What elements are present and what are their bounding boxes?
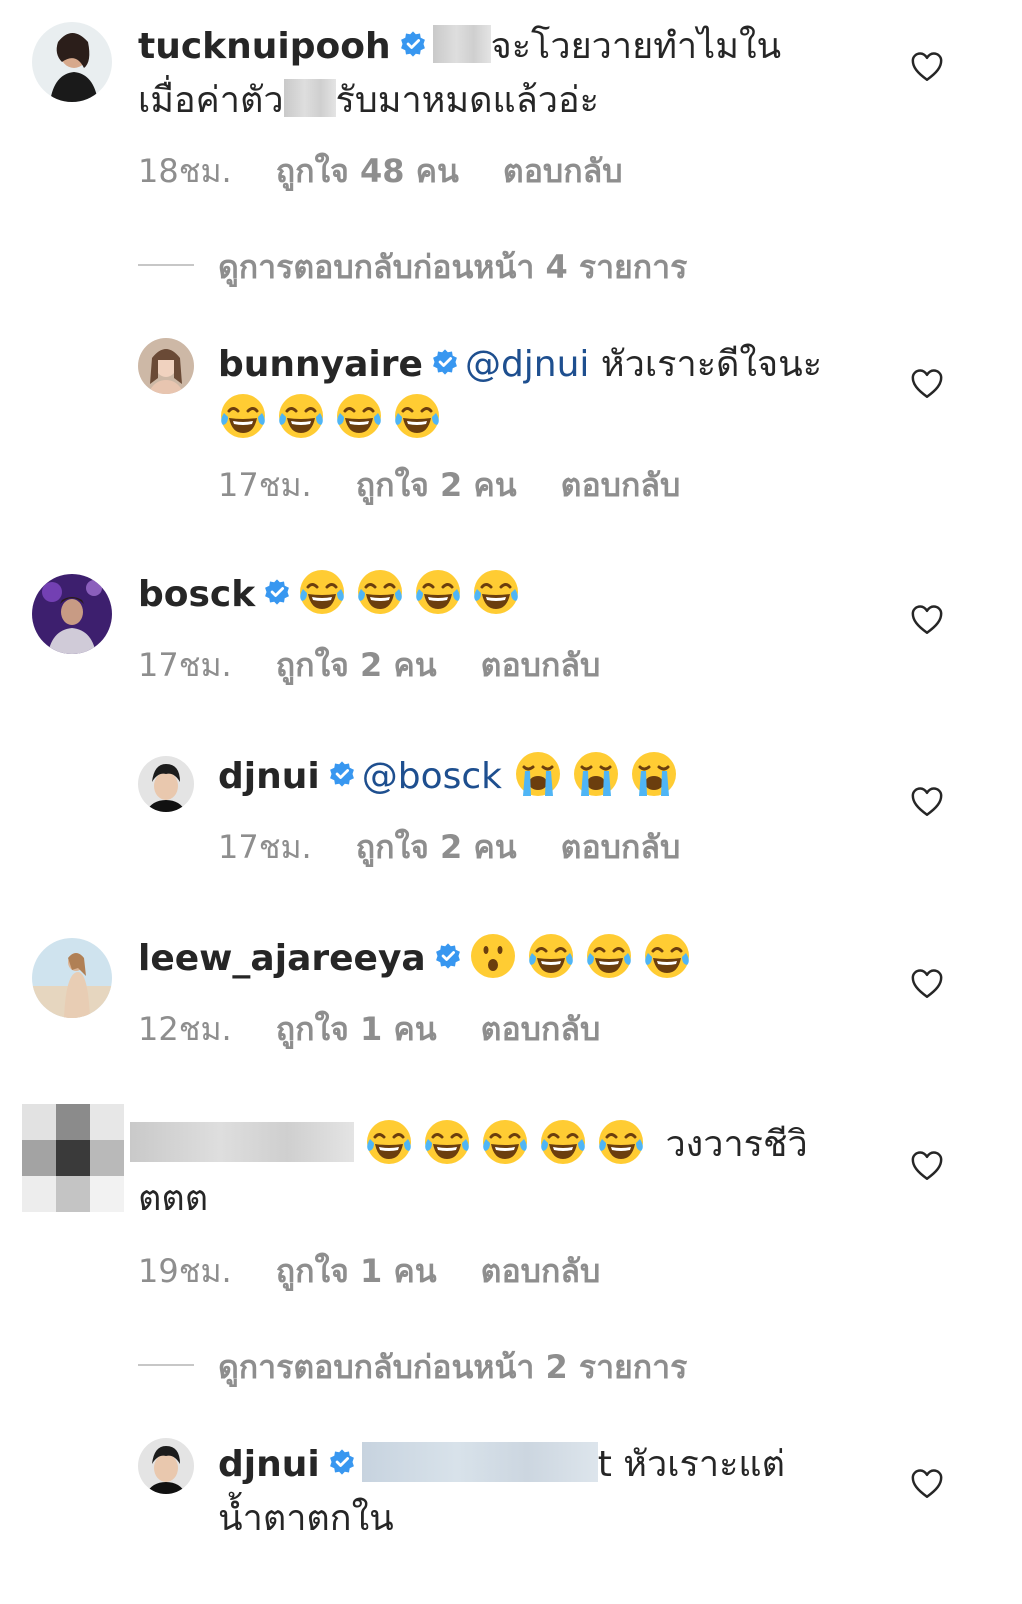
comment-meta: 17ชม. ถูกใจ 2 คน ตอบกลับ [138, 640, 644, 691]
heart-outline-icon[interactable] [910, 50, 944, 84]
username[interactable]: tucknuipooh [138, 26, 391, 67]
heart-outline-icon[interactable] [910, 1467, 944, 1501]
loudly-crying-face-icon [571, 749, 621, 799]
reply-button[interactable]: ตอบกลับ [481, 646, 601, 684]
comment-text: bunnyaire @djnui หัวเราะดีใจนะ [218, 338, 918, 446]
mention-link[interactable]: @djnui [465, 344, 590, 385]
username[interactable]: djnui [218, 756, 320, 797]
face-with-tears-of-joy-icon [584, 931, 634, 981]
view-previous-replies[interactable]: ดูการตอบกลับก่อนหน้า 2 รายการ [138, 1342, 687, 1393]
username[interactable]: leew_ajareeya [138, 938, 426, 979]
timestamp: 17ชม. [138, 646, 232, 684]
verified-badge-icon [328, 1448, 356, 1476]
comment-meta: 19ชม. ถูกใจ 1 คน ตอบกลับ [138, 1246, 644, 1297]
timestamp: 12ชม. [138, 1010, 232, 1048]
comment-text: tucknuipooh จะโวยวายทำไมใน เมื่อค่าตัว รับ… [138, 25, 782, 121]
comment-text: djnui t หัวเราะแต่ น้ำตาตกใน [218, 1442, 785, 1539]
timestamp: 17ชม. [218, 828, 312, 866]
avatar[interactable] [138, 338, 194, 394]
reply-button[interactable]: ตอบกลับ [481, 1252, 601, 1290]
heart-outline-icon[interactable] [910, 367, 944, 401]
censored-text [283, 79, 336, 117]
verified-badge-icon [434, 942, 462, 970]
face-with-tears-of-joy-icon [480, 1117, 530, 1167]
face-with-tears-of-joy-icon [392, 391, 442, 441]
comment-meta: 17ชม. ถูกใจ 2 คน ตอบกลับ [218, 460, 724, 511]
censored-text [432, 25, 491, 63]
face-with-tears-of-joy-icon [642, 931, 692, 981]
divider-line [138, 264, 194, 266]
comment-text: วงวารชีวิ ตตต [130, 1118, 830, 1226]
timestamp: 18ชม. [138, 152, 232, 190]
face-with-tears-of-joy-icon [526, 931, 576, 981]
comment-text: bosck [138, 568, 838, 622]
likes-count[interactable]: ถูกใจ 2 คน [276, 646, 437, 684]
verified-badge-icon [328, 760, 356, 788]
likes-count[interactable]: ถูกใจ 2 คน [356, 828, 517, 866]
face-with-tears-of-joy-icon [334, 391, 384, 441]
comment-meta: 12ชม. ถูกใจ 1 คน ตอบกลับ [138, 1004, 644, 1055]
comment-meta: 17ชม. ถูกใจ 2 คน ตอบกลับ [218, 822, 724, 873]
mention-link[interactable]: @bosck [362, 756, 502, 797]
avatar[interactable] [138, 756, 194, 812]
likes-count[interactable]: ถูกใจ 1 คน [276, 1010, 437, 1048]
face-with-tears-of-joy-icon [297, 567, 347, 617]
username[interactable]: bunnyaire [218, 344, 423, 385]
username[interactable]: bosck [138, 574, 255, 615]
face-with-tears-of-joy-icon [538, 1117, 588, 1167]
reply-button[interactable]: ตอบกลับ [561, 466, 681, 504]
timestamp: 17ชม. [218, 466, 312, 504]
avatar[interactable] [32, 938, 112, 1018]
reply-button[interactable]: ตอบกลับ [561, 828, 681, 866]
face-with-tears-of-joy-icon [218, 391, 268, 441]
face-with-tears-of-joy-icon [422, 1117, 472, 1167]
username[interactable]: djnui [218, 1444, 320, 1485]
face-with-tears-of-joy-icon [364, 1117, 414, 1167]
censored-mention [361, 1442, 598, 1482]
likes-count[interactable]: ถูกใจ 48 คน [276, 152, 459, 190]
censored-username [130, 1122, 354, 1162]
face-with-tears-of-joy-icon [355, 567, 405, 617]
verified-badge-icon [263, 578, 291, 606]
comment-text: djnui @bosck [218, 750, 918, 804]
heart-outline-icon[interactable] [910, 967, 944, 1001]
verified-badge-icon [399, 30, 427, 58]
face-with-open-mouth-icon [468, 931, 518, 981]
comment-text: leew_ajareeya [138, 932, 838, 986]
verified-badge-icon [431, 348, 459, 376]
avatar[interactable] [32, 22, 112, 102]
heart-outline-icon[interactable] [910, 785, 944, 819]
divider-line [138, 1364, 194, 1366]
face-with-tears-of-joy-icon [596, 1117, 646, 1167]
heart-outline-icon[interactable] [910, 603, 944, 637]
likes-count[interactable]: ถูกใจ 2 คน [356, 466, 517, 504]
avatar[interactable] [32, 574, 112, 654]
comment-meta: 18ชม. ถูกใจ 48 คน ตอบกลับ [138, 146, 667, 197]
likes-count[interactable]: ถูกใจ 1 คน [276, 1252, 437, 1290]
face-with-tears-of-joy-icon [276, 391, 326, 441]
loudly-crying-face-icon [629, 749, 679, 799]
face-with-tears-of-joy-icon [413, 567, 463, 617]
heart-outline-icon[interactable] [910, 1149, 944, 1183]
timestamp: 19ชม. [138, 1252, 232, 1290]
loudly-crying-face-icon [513, 749, 563, 799]
avatar[interactable] [22, 1104, 124, 1212]
reply-button[interactable]: ตอบกลับ [503, 152, 623, 190]
reply-button[interactable]: ตอบกลับ [481, 1010, 601, 1048]
view-previous-replies[interactable]: ดูการตอบกลับก่อนหน้า 4 รายการ [138, 242, 687, 293]
avatar[interactable] [138, 1438, 194, 1494]
face-with-tears-of-joy-icon [471, 567, 521, 617]
